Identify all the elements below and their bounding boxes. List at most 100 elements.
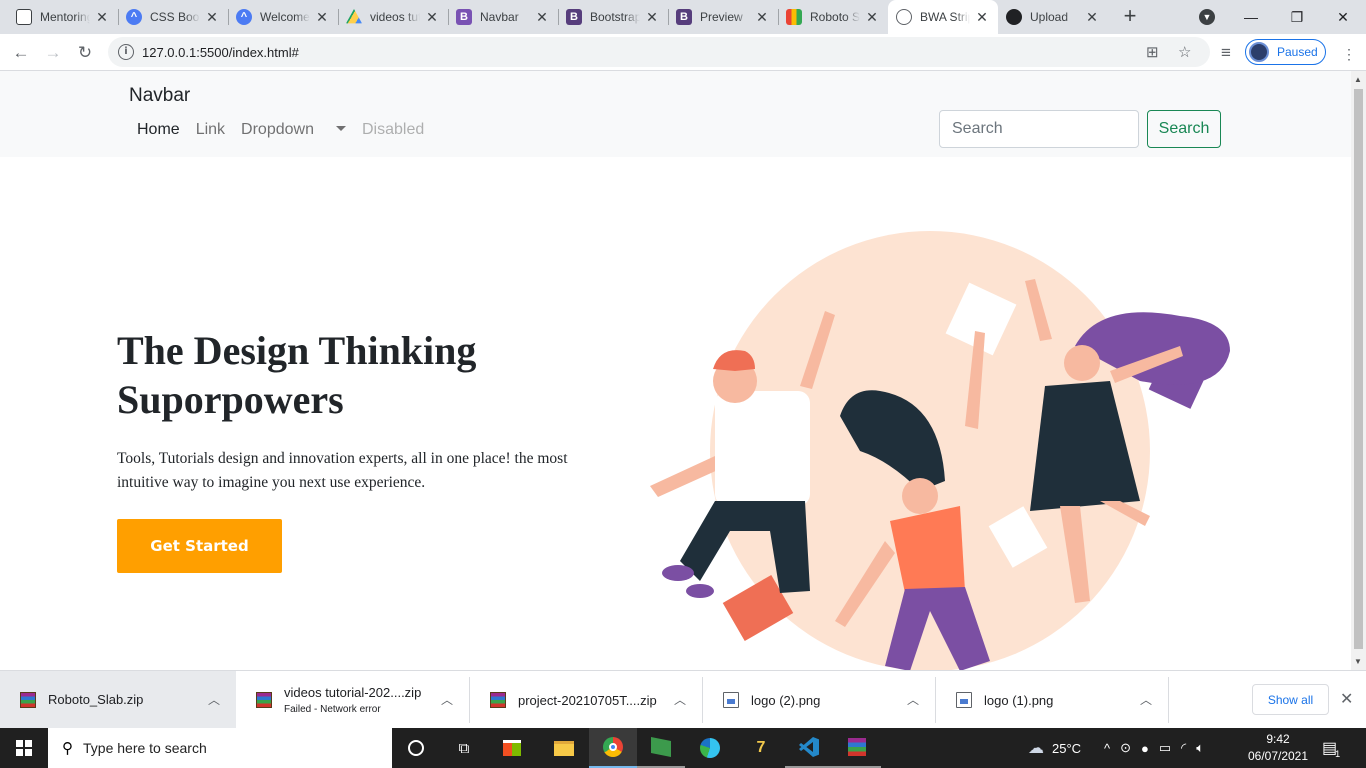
download-filename: logo (1).png	[984, 692, 1054, 708]
nav-link-home[interactable]: Home	[137, 121, 180, 139]
archive-icon	[256, 692, 272, 708]
browser-tab[interactable]: B Navbar ✕	[448, 0, 558, 34]
translate-icon[interactable]: ⊞	[1146, 43, 1159, 61]
download-item[interactable]: logo (2).png ︿	[703, 677, 936, 723]
back-button[interactable]: ←	[8, 40, 34, 66]
forward-button[interactable]: →	[40, 40, 66, 66]
restore-icon: ❐	[1290, 8, 1304, 25]
cortana-button[interactable]	[392, 728, 440, 768]
github-icon	[1006, 9, 1022, 25]
close-tab-icon[interactable]: ✕	[204, 9, 220, 26]
css-book-icon: ^	[126, 9, 142, 25]
notification-count: 1	[1335, 749, 1341, 759]
battery-icon[interactable]: ▭	[1159, 740, 1171, 756]
chevron-up-icon[interactable]: ︿	[674, 691, 686, 708]
clock-date: 06/07/2021	[1247, 749, 1309, 763]
nav-dropdown[interactable]: Dropdown	[241, 121, 346, 139]
browser-tab[interactable]: Upload ✕	[998, 0, 1108, 34]
browser-tab[interactable]: ^ Welcome ✕	[228, 0, 338, 34]
sublime-app[interactable]	[637, 728, 685, 768]
browser-tab-active[interactable]: BWA Strip ✕	[888, 0, 998, 34]
chevron-up-icon[interactable]: ︿	[907, 691, 919, 708]
chrome-app[interactable]	[589, 728, 637, 768]
taskbar-search[interactable]: ⚲ Type here to search	[48, 728, 392, 768]
caret-down-icon	[335, 126, 346, 131]
close-tab-icon[interactable]: ✕	[864, 9, 880, 26]
volume-icon[interactable]: 🔈︎	[1196, 740, 1204, 756]
new-tab-button[interactable]: +	[1118, 5, 1142, 29]
close-tab-icon[interactable]: ✕	[534, 9, 550, 26]
taskbar-clock[interactable]: 9:42 06/07/2021	[1247, 731, 1309, 765]
site-info-icon[interactable]: i	[118, 44, 134, 60]
weather-widget[interactable]: ☁ 25°C	[1028, 728, 1081, 768]
mentoring-icon	[16, 9, 32, 25]
close-tab-icon[interactable]: ✕	[644, 9, 660, 26]
arrow-right-icon: →	[44, 43, 62, 62]
download-item[interactable]: project-20210705T....zip ︿	[470, 677, 703, 723]
bookmark-star-icon[interactable]: ☆	[1178, 43, 1191, 61]
task-view-button[interactable]: ⧉	[440, 728, 488, 768]
browser-tab[interactable]: videos tutorial ✕	[338, 0, 448, 34]
get-started-button[interactable]: Get Started	[117, 519, 282, 573]
search-button[interactable]: Search	[1147, 110, 1221, 148]
notification-center-button[interactable]: ▤ 1	[1322, 728, 1340, 768]
chevron-up-icon[interactable]: ︿	[1140, 691, 1152, 708]
browser-menu-icon[interactable]: ⋮	[1342, 46, 1356, 63]
edge-app[interactable]	[686, 728, 734, 768]
address-bar[interactable]: i 127.0.0.1:5500/index.html# ⊞ ☆	[108, 37, 1210, 67]
store-app[interactable]	[488, 728, 536, 768]
show-all-downloads-button[interactable]: Show all	[1252, 684, 1329, 715]
7zip-app[interactable]: 7	[737, 728, 785, 768]
restore-button[interactable]: ❐	[1274, 0, 1320, 34]
profile-button[interactable]: Paused	[1245, 39, 1326, 65]
winrar-app[interactable]	[833, 728, 881, 768]
chevron-up-icon[interactable]: ^	[1104, 741, 1110, 756]
nav-link-link[interactable]: Link	[196, 121, 225, 139]
close-tab-icon[interactable]: ✕	[424, 9, 440, 26]
file-explorer-app[interactable]	[540, 728, 588, 768]
download-item[interactable]: videos tutorial-202....zip Failed - Netw…	[236, 677, 470, 723]
close-tab-icon[interactable]: ✕	[754, 9, 770, 26]
browser-tab[interactable]: B Bootstrap ✕	[558, 0, 668, 34]
scroll-up-icon[interactable]: ▲	[1354, 75, 1362, 84]
windows-logo-icon	[16, 740, 32, 756]
page-scrollbar[interactable]: ▲ ▼	[1351, 71, 1366, 670]
scroll-down-icon[interactable]: ▼	[1354, 657, 1362, 666]
wifi-icon[interactable]: ◜	[1181, 740, 1186, 756]
close-icon: ✕	[1337, 8, 1349, 25]
minimize-icon: —	[1244, 9, 1258, 25]
browser-tab[interactable]: B Preview ✕	[668, 0, 778, 34]
google-fonts-icon	[786, 9, 802, 25]
browser-tab[interactable]: ^ CSS Book ✕	[118, 0, 228, 34]
browser-tab[interactable]: Roboto Slab ✕	[778, 0, 888, 34]
chevron-up-icon[interactable]: ︿	[208, 691, 220, 708]
bootstrap-icon: B	[676, 9, 692, 25]
close-tab-icon[interactable]: ✕	[94, 9, 110, 26]
close-tab-icon[interactable]: ✕	[974, 9, 990, 26]
vscode-app[interactable]	[785, 728, 833, 768]
browser-toolbar: ← → ↻ i 127.0.0.1:5500/index.html# ⊞ ☆ ≡…	[0, 34, 1366, 71]
tab-search-button[interactable]: ▼	[1184, 0, 1230, 34]
hero-description: Tools, Tutorials design and innovation e…	[117, 450, 568, 491]
download-item[interactable]: logo (1).png ︿	[936, 677, 1169, 723]
download-filename: project-20210705T....zip	[518, 692, 657, 708]
search-input[interactable]	[939, 110, 1139, 148]
close-tab-icon[interactable]: ✕	[314, 9, 330, 26]
navbar-brand[interactable]: Navbar	[129, 85, 190, 107]
reload-button[interactable]: ↻	[72, 40, 98, 66]
network-icon[interactable]: ⊙	[1120, 740, 1131, 756]
microphone-icon[interactable]: ●	[1141, 741, 1149, 756]
task-view-icon: ⧉	[458, 739, 470, 757]
chevron-up-icon[interactable]: ︿	[441, 691, 453, 708]
browser-tab[interactable]: Mentoring ✕	[8, 0, 118, 34]
close-tab-icon[interactable]: ✕	[1084, 9, 1100, 26]
close-shelf-icon[interactable]: ✕	[1340, 689, 1353, 709]
minimize-button[interactable]: —	[1228, 0, 1274, 34]
close-window-button[interactable]: ✕	[1320, 0, 1366, 34]
download-item[interactable]: Roboto_Slab.zip ︿	[0, 671, 236, 728]
google-drive-icon	[346, 9, 362, 24]
url-text[interactable]: 127.0.0.1:5500/index.html#	[142, 45, 299, 60]
scrollbar-thumb[interactable]	[1354, 89, 1363, 649]
start-button[interactable]	[0, 728, 48, 768]
reading-list-button[interactable]: ≡	[1213, 40, 1239, 66]
